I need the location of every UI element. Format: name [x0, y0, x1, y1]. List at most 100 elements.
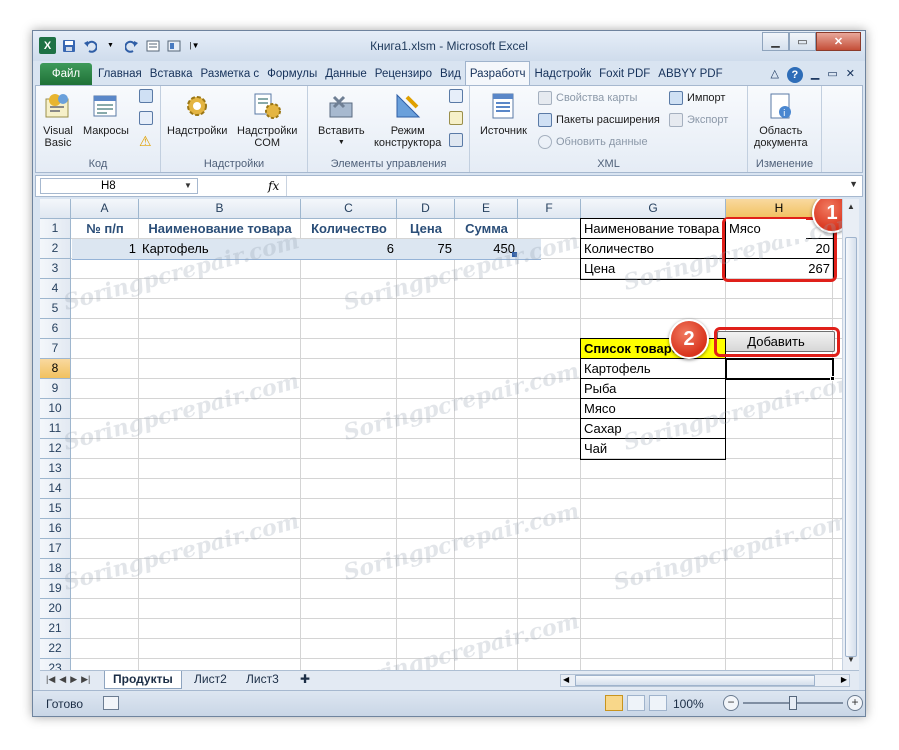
- next-sheet-icon[interactable]: ▶: [70, 674, 77, 685]
- zoom-in-icon[interactable]: +: [847, 695, 863, 711]
- source-button[interactable]: Источник: [480, 90, 527, 137]
- import-button[interactable]: Импорт: [669, 91, 725, 105]
- tab-review[interactable]: Рецензиро: [371, 63, 436, 85]
- column-header-c[interactable]: C: [301, 199, 397, 219]
- help-icon[interactable]: ?: [786, 67, 803, 83]
- tab-addins[interactable]: Надстройк: [530, 63, 595, 85]
- horizontal-scroll-thumb[interactable]: [575, 675, 815, 686]
- run-dialog-button[interactable]: [449, 133, 463, 147]
- maximize-button[interactable]: ▭: [789, 32, 816, 51]
- export-button[interactable]: Экспорт: [669, 113, 728, 127]
- page-break-view-button[interactable]: [649, 695, 667, 711]
- zoom-knob[interactable]: [789, 696, 797, 710]
- row-header-16[interactable]: 16: [40, 519, 71, 539]
- column-header-g[interactable]: G: [581, 199, 726, 219]
- row-header-23[interactable]: 23: [40, 659, 71, 670]
- name-box[interactable]: H8: [40, 178, 198, 194]
- select-all-corner[interactable]: [40, 199, 71, 219]
- tab-insert[interactable]: Вставка: [146, 63, 197, 85]
- row-header-17[interactable]: 17: [40, 539, 71, 559]
- row-header-20[interactable]: 20: [40, 599, 71, 619]
- formula-input[interactable]: [292, 178, 842, 194]
- view-code-button[interactable]: [449, 111, 463, 125]
- relative-references-button[interactable]: [139, 111, 153, 125]
- workbook-restore-icon[interactable]: ▭: [827, 67, 837, 83]
- table-cell[interactable]: 75: [397, 239, 455, 259]
- row-header-13[interactable]: 13: [40, 459, 71, 479]
- row-header-21[interactable]: 21: [40, 619, 71, 639]
- page-layout-view-button[interactable]: [627, 695, 645, 711]
- table-header-cell[interactable]: Цена: [397, 219, 455, 239]
- row-header-8[interactable]: 8: [40, 359, 71, 379]
- tab-foxit-pdf[interactable]: Foxit PDF: [595, 63, 654, 85]
- column-header-d[interactable]: D: [397, 199, 455, 219]
- design-mode-button[interactable]: Режим конструктора: [374, 90, 441, 149]
- column-header-f[interactable]: F: [518, 199, 581, 219]
- scroll-left-icon[interactable]: ◀: [563, 675, 569, 684]
- name-value[interactable]: Мясо: [726, 219, 806, 239]
- name-box-dropdown-icon[interactable]: ▼: [184, 181, 192, 190]
- sheet-tab-list2[interactable]: Лист2: [186, 671, 235, 689]
- first-sheet-icon[interactable]: |◀: [46, 674, 55, 685]
- column-header-b[interactable]: B: [139, 199, 301, 219]
- insert-function-icon[interactable]: fx: [268, 179, 279, 193]
- table-header-cell[interactable]: Количество: [301, 219, 397, 239]
- scroll-right-icon[interactable]: ▶: [841, 675, 847, 684]
- zoom-slider[interactable]: − +: [723, 695, 863, 711]
- sheet-tab-products[interactable]: Продукты: [104, 671, 182, 689]
- list-item[interactable]: Картофель: [581, 359, 725, 379]
- row-header-4[interactable]: 4: [40, 279, 71, 299]
- tab-view[interactable]: Вид: [436, 63, 465, 85]
- row-header-5[interactable]: 5: [40, 299, 71, 319]
- prev-sheet-icon[interactable]: ◀: [59, 674, 66, 685]
- com-addins-button[interactable]: Надстройки COM: [237, 90, 297, 149]
- workbook-close-icon[interactable]: ✕: [846, 67, 855, 83]
- row-header-7[interactable]: 7: [40, 339, 71, 359]
- table-cell[interactable]: 6: [301, 239, 397, 259]
- normal-view-button[interactable]: [605, 695, 623, 711]
- table-resize-handle[interactable]: [512, 252, 517, 257]
- minimize-ribbon-icon[interactable]: △: [770, 67, 778, 83]
- tab-home[interactable]: Главная: [94, 63, 146, 85]
- row-header-10[interactable]: 10: [40, 399, 71, 419]
- refresh-data-button[interactable]: Обновить данные: [538, 135, 648, 149]
- row-header-2[interactable]: 2: [40, 239, 71, 259]
- zoom-track[interactable]: [743, 696, 843, 710]
- table-cell[interactable]: Картофель: [139, 239, 301, 259]
- row-header-14[interactable]: 14: [40, 479, 71, 499]
- visual-basic-button[interactable]: Visual Basic: [42, 90, 74, 149]
- tab-developer[interactable]: Разработч: [464, 61, 531, 85]
- scroll-up-icon[interactable]: ▲: [845, 202, 857, 214]
- last-sheet-icon[interactable]: ▶|: [81, 674, 90, 685]
- macro-recording-icon[interactable]: [103, 696, 119, 710]
- horizontal-scrollbar[interactable]: ◀ ▶: [560, 674, 850, 687]
- tab-formulas[interactable]: Формулы: [263, 63, 321, 85]
- insert-sheet-icon[interactable]: ✚: [292, 671, 318, 689]
- worksheet-grid[interactable]: A B C D E F G H 1 2 3 4 5 6 7 8 9 10 11 …: [40, 199, 842, 670]
- list-item[interactable]: Рыба: [581, 379, 725, 399]
- list-item[interactable]: Сахар: [581, 419, 725, 439]
- expansion-packs-button[interactable]: Пакеты расширения: [538, 113, 660, 127]
- row-header-19[interactable]: 19: [40, 579, 71, 599]
- record-macro-button[interactable]: [139, 89, 153, 103]
- vertical-scrollbar[interactable]: ▲ ▼: [842, 199, 859, 670]
- table-cell[interactable]: 1: [71, 239, 139, 259]
- workbook-minimize-icon[interactable]: ▁: [811, 67, 819, 83]
- column-header-e[interactable]: E: [455, 199, 518, 219]
- row-header-18[interactable]: 18: [40, 559, 71, 579]
- table-header-cell[interactable]: Сумма: [455, 219, 518, 239]
- tab-page-layout[interactable]: Разметка с: [197, 63, 264, 85]
- macros-button[interactable]: Макросы: [83, 90, 129, 137]
- table-header-cell[interactable]: № п/п: [71, 219, 139, 239]
- row-header-15[interactable]: 15: [40, 499, 71, 519]
- zoom-level[interactable]: 100%: [673, 697, 704, 711]
- minimize-button[interactable]: ▁: [762, 32, 789, 51]
- addins-button[interactable]: Надстройки: [167, 90, 227, 137]
- table-cell[interactable]: 450: [455, 239, 518, 259]
- vertical-scroll-thumb[interactable]: [845, 237, 857, 657]
- row-header-1[interactable]: 1: [40, 219, 71, 239]
- tab-abbyy-pdf[interactable]: ABBYY PDF: [654, 63, 726, 85]
- tab-file[interactable]: Файл: [40, 63, 92, 85]
- zoom-out-icon[interactable]: −: [723, 695, 739, 711]
- row-header-3[interactable]: 3: [40, 259, 71, 279]
